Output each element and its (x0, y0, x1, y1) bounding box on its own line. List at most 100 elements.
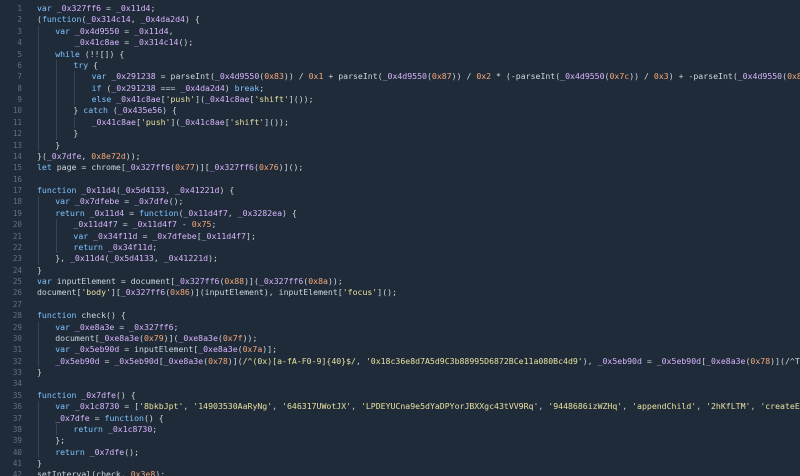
indent-guide (56, 230, 58, 242)
code-text: } (37, 264, 42, 275)
code-line[interactable]: 35 function _0x7dfe() { (0, 390, 800, 401)
indent-guide (74, 71, 76, 83)
line-number: 34 (12, 379, 22, 389)
code-line[interactable]: 5 while (!![]) { (0, 48, 800, 60)
code-line[interactable]: 19 return _0x11d4 = function(_0x11d4f7, _… (0, 207, 800, 220)
line-number: 31 (12, 345, 22, 355)
code-line[interactable]: 15 let page = chrome[_0x327ff6(0x77)][_0x… (0, 162, 800, 173)
code-line[interactable]: 41} (0, 458, 800, 469)
line-number: 39 (12, 436, 22, 446)
code-line[interactable]: 12} (0, 128, 800, 140)
indent-guide (38, 196, 39, 208)
code-text: } (37, 367, 42, 377)
code-line[interactable]: 20 _0x11d4f7 = _0x11d4f7 - 0x75; (0, 219, 800, 231)
code-line[interactable]: 29 var _0xe8a3e = _0x327ff6; (0, 321, 800, 333)
line-number: 3 (17, 26, 22, 36)
code-text: function _0x7dfe() { (37, 389, 136, 400)
line-number: 22 (12, 242, 22, 252)
code-line[interactable]: 7 var _0x291238 = parseInt(_0x4d9550(0x83… (0, 71, 800, 83)
code-line[interactable]: 42 setInterval(check, 0x3e8); (0, 469, 800, 476)
code-line[interactable]: 8 if (_0x291238 === _0x4da2d4) break; (0, 82, 800, 94)
code-line[interactable]: 1 var _0x327ff6 = _0x11d4; (0, 3, 800, 14)
line-number: 29 (12, 322, 22, 332)
indent-guide (38, 401, 39, 413)
indent-guide (74, 94, 76, 106)
indent-guide (56, 219, 58, 231)
line-number: 36 (12, 402, 22, 412)
code-line[interactable]: 10} catch (_0x435e56) { (0, 105, 800, 117)
line-number: 23 (12, 254, 22, 264)
code-line[interactable]: 38 return _0x1c8730; (0, 423, 800, 436)
code-line[interactable]: 24} (0, 265, 800, 276)
line-number: 21 (12, 231, 22, 241)
code-text: var _0x7dfebe = _0x7dfe(); (55, 196, 184, 207)
code-line[interactable]: 34 (0, 378, 800, 389)
code-line[interactable]: 26 document['body'][_0x327ff6(0x86)](inpu… (0, 287, 800, 298)
code-text: document['body'][_0x327ff6(0x86)](inputE… (37, 287, 397, 298)
line-number: 8 (17, 83, 22, 93)
line-number: 6 (17, 60, 22, 70)
code-line[interactable]: 32 _0x5eb90d = _0x5eb90d[_0xe8a3e(0x78)](… (0, 355, 800, 367)
line-number: 27 (12, 299, 22, 309)
line-number: 25 (12, 277, 22, 286)
code-line[interactable]: 30 document[_0xe8a3e(0x79)](_0xe8a3e(0x7f… (0, 332, 800, 345)
indent-guide (38, 344, 39, 356)
indent-guide (38, 82, 39, 94)
code-line[interactable]: 33} (0, 367, 800, 378)
indent-guide (38, 207, 39, 220)
code-text: var _0x327ff6 = _0x11d4; (37, 3, 156, 13)
indent-guide (56, 71, 58, 83)
line-number: 32 (12, 356, 22, 366)
code-line[interactable]: 9 else _0x41c8ae['push'](_0x41c8ae['shift… (0, 94, 800, 106)
line-number: 14 (12, 151, 22, 161)
indent-guide (56, 241, 58, 254)
line-number: 10 (12, 106, 22, 116)
code-line[interactable]: 22 return _0x34f11d; (0, 241, 800, 254)
line-number: 15 (12, 163, 22, 173)
code-line[interactable]: 2 (function(_0x314c14, _0x4da2d4) { (0, 14, 800, 25)
line-number: 1 (17, 4, 22, 13)
indent-guide (38, 116, 39, 129)
indent-guide (56, 105, 58, 117)
code-line[interactable]: 11 _0x41c8ae['push'](_0x41c8ae['shift']()… (0, 116, 800, 129)
line-number: 40 (12, 447, 22, 457)
code-line[interactable]: 3 var _0x4d9550 = _0x11d4, (0, 25, 800, 38)
code-lines[interactable]: 1 var _0x327ff6 = _0x11d4; 2 (function(_0x3… (0, 3, 800, 476)
code-text: _0x5eb90d = _0x5eb90d[_0xe8a3e(0x78)](/^… (55, 355, 800, 366)
code-line[interactable]: 27 (0, 299, 800, 310)
code-line[interactable]: 16 (0, 174, 800, 185)
code-text: var _0xe8a3e = _0x327ff6; (55, 321, 179, 332)
indent-guide (38, 105, 39, 117)
code-text: function check() { (37, 310, 126, 321)
code-line[interactable]: 21 var _0x34f11d = _0x7dfebe[_0x11d4f7]; (0, 230, 800, 242)
line-number: 30 (12, 333, 22, 343)
code-line[interactable]: 31 var _0x5eb90d = inputElement[_0xe8a3e(… (0, 344, 800, 356)
line-number: 5 (17, 49, 22, 59)
code-line[interactable]: 17 function _0x11d4(_0x5d4133, _0x41221d)… (0, 185, 800, 196)
code-line[interactable]: 13} (0, 139, 800, 151)
code-line[interactable]: 28 function check() { (0, 310, 800, 321)
code-editor[interactable]: 1 var _0x327ff6 = _0x11d4; 2 (function(_0x3… (0, 0, 800, 476)
indent-guide (38, 230, 39, 242)
indent-guide (38, 219, 39, 231)
line-number: 12 (12, 129, 22, 139)
code-line[interactable]: 23}, _0x11d4(_0x5d4133, _0x41221d); (0, 253, 800, 265)
code-line[interactable]: 14}(_0x7dfe, 0x8e72d)); (0, 151, 800, 162)
line-number: 7 (17, 72, 22, 82)
code-text: setInterval(check, 0x3e8); (37, 469, 166, 476)
code-line[interactable]: 18 var _0x7dfebe = _0x7dfe(); (0, 196, 800, 208)
code-text: var _0x34f11d = _0x7dfebe[_0x11d4f7]; (73, 230, 256, 241)
code-line[interactable]: 37 _0x7dfe = function() { (0, 412, 800, 424)
code-line[interactable]: 36 var _0x1c8730 = ['8bkbJpt', '14903530A… (0, 401, 800, 413)
code-line[interactable]: 25 var inputElement = document[_0x327ff6(… (0, 276, 800, 287)
code-text: var _0x5eb90d = inputElement[_0xe8a3e(0x… (55, 344, 278, 355)
indent-guide (38, 332, 39, 345)
code-line[interactable]: 39}; (0, 435, 800, 447)
code-line[interactable]: 6 try { (0, 59, 800, 72)
indent-guide (38, 139, 39, 151)
code-text: _0x7dfe = function() { (55, 412, 164, 423)
code-line[interactable]: 40 return _0x7dfe(); (0, 446, 800, 458)
code-line[interactable]: 4 _0x41c8ae = _0x314c14(); (0, 37, 800, 49)
indent-guide (38, 355, 39, 367)
code-text: return _0x1c8730; (73, 423, 158, 434)
